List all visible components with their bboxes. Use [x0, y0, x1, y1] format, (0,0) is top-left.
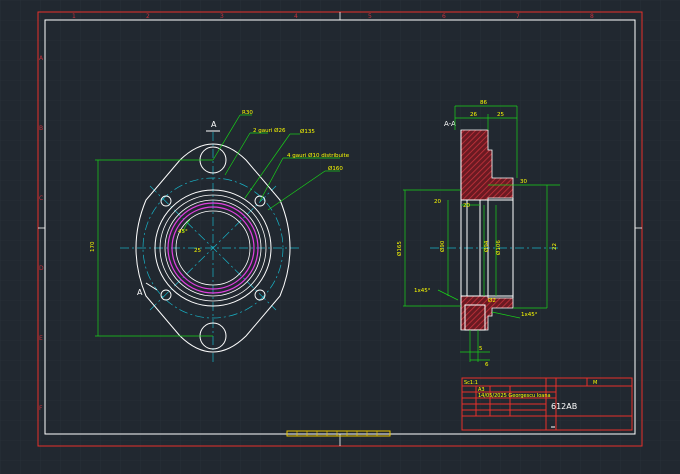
dim-bottom-6: 6: [485, 362, 489, 368]
dim-diam-106: Ø106: [495, 240, 502, 255]
section-mark-bottom: A: [137, 288, 143, 297]
note-diam-135: Ø135: [300, 128, 315, 135]
dim-height-170: 170: [90, 241, 96, 252]
note-radius: R30: [242, 110, 253, 116]
svg-text:E: E: [39, 335, 43, 342]
section-view-label: A-A: [444, 120, 456, 128]
svg-text:F: F: [39, 405, 43, 412]
svg-text:D: D: [39, 265, 44, 272]
dim-overall-86: 86: [480, 100, 487, 106]
note-four-holes: 4 gauri Ø10 distribuite: [287, 152, 350, 159]
note-two-holes: 2 gauri Ø26: [253, 127, 286, 134]
svg-text:C: C: [39, 195, 43, 202]
svg-text:3: 3: [220, 13, 224, 20]
svg-text:7: 7: [516, 13, 520, 20]
dim-bottom-5: 5: [479, 346, 483, 352]
title-part-code: 612AB: [551, 402, 577, 411]
dim-diam-165: Ø165: [396, 241, 403, 256]
svg-text:6: 6: [442, 13, 446, 20]
dim-mid-30: 30: [520, 179, 527, 185]
dim-angle-45: 45°: [178, 229, 188, 235]
dim-top-left-26: 26: [470, 112, 477, 118]
svg-text:2: 2: [146, 13, 150, 20]
section-mark-top: A: [211, 120, 217, 129]
dim-chamfer-right: 1x45°: [521, 312, 538, 318]
dim-diam-94: Ø94: [483, 240, 490, 252]
dim-step-20: 20: [434, 199, 441, 205]
svg-text:5: 5: [368, 13, 372, 20]
note-diam-160: Ø160: [328, 165, 343, 172]
model-space-grid: [0, 0, 680, 474]
title-scale: Sc1:1: [464, 380, 478, 386]
dim-chamfer-left: 1x45°: [414, 288, 431, 294]
dim-small-25: 25: [194, 248, 201, 254]
dim-bottom-diam-2: Ø2: [488, 297, 496, 304]
svg-text:1: 1: [72, 13, 76, 20]
dim-diam-90: Ø90: [439, 240, 446, 252]
dim-inner-20: 20: [463, 203, 470, 209]
dim-top-right-25: 25: [497, 112, 504, 118]
title-date-author: 14/05/2025 Georgescu Ioana: [478, 393, 551, 399]
svg-text:4: 4: [294, 13, 298, 20]
svg-text:8: 8: [590, 13, 594, 20]
dim-right-22: 22: [552, 243, 558, 250]
title-material: M: [593, 380, 597, 386]
svg-text:B: B: [39, 125, 43, 132]
drawing-viewport[interactable]: 1 2 3 4 5 6 7 8 A B C D E F A A R30 2 ga…: [0, 0, 680, 474]
